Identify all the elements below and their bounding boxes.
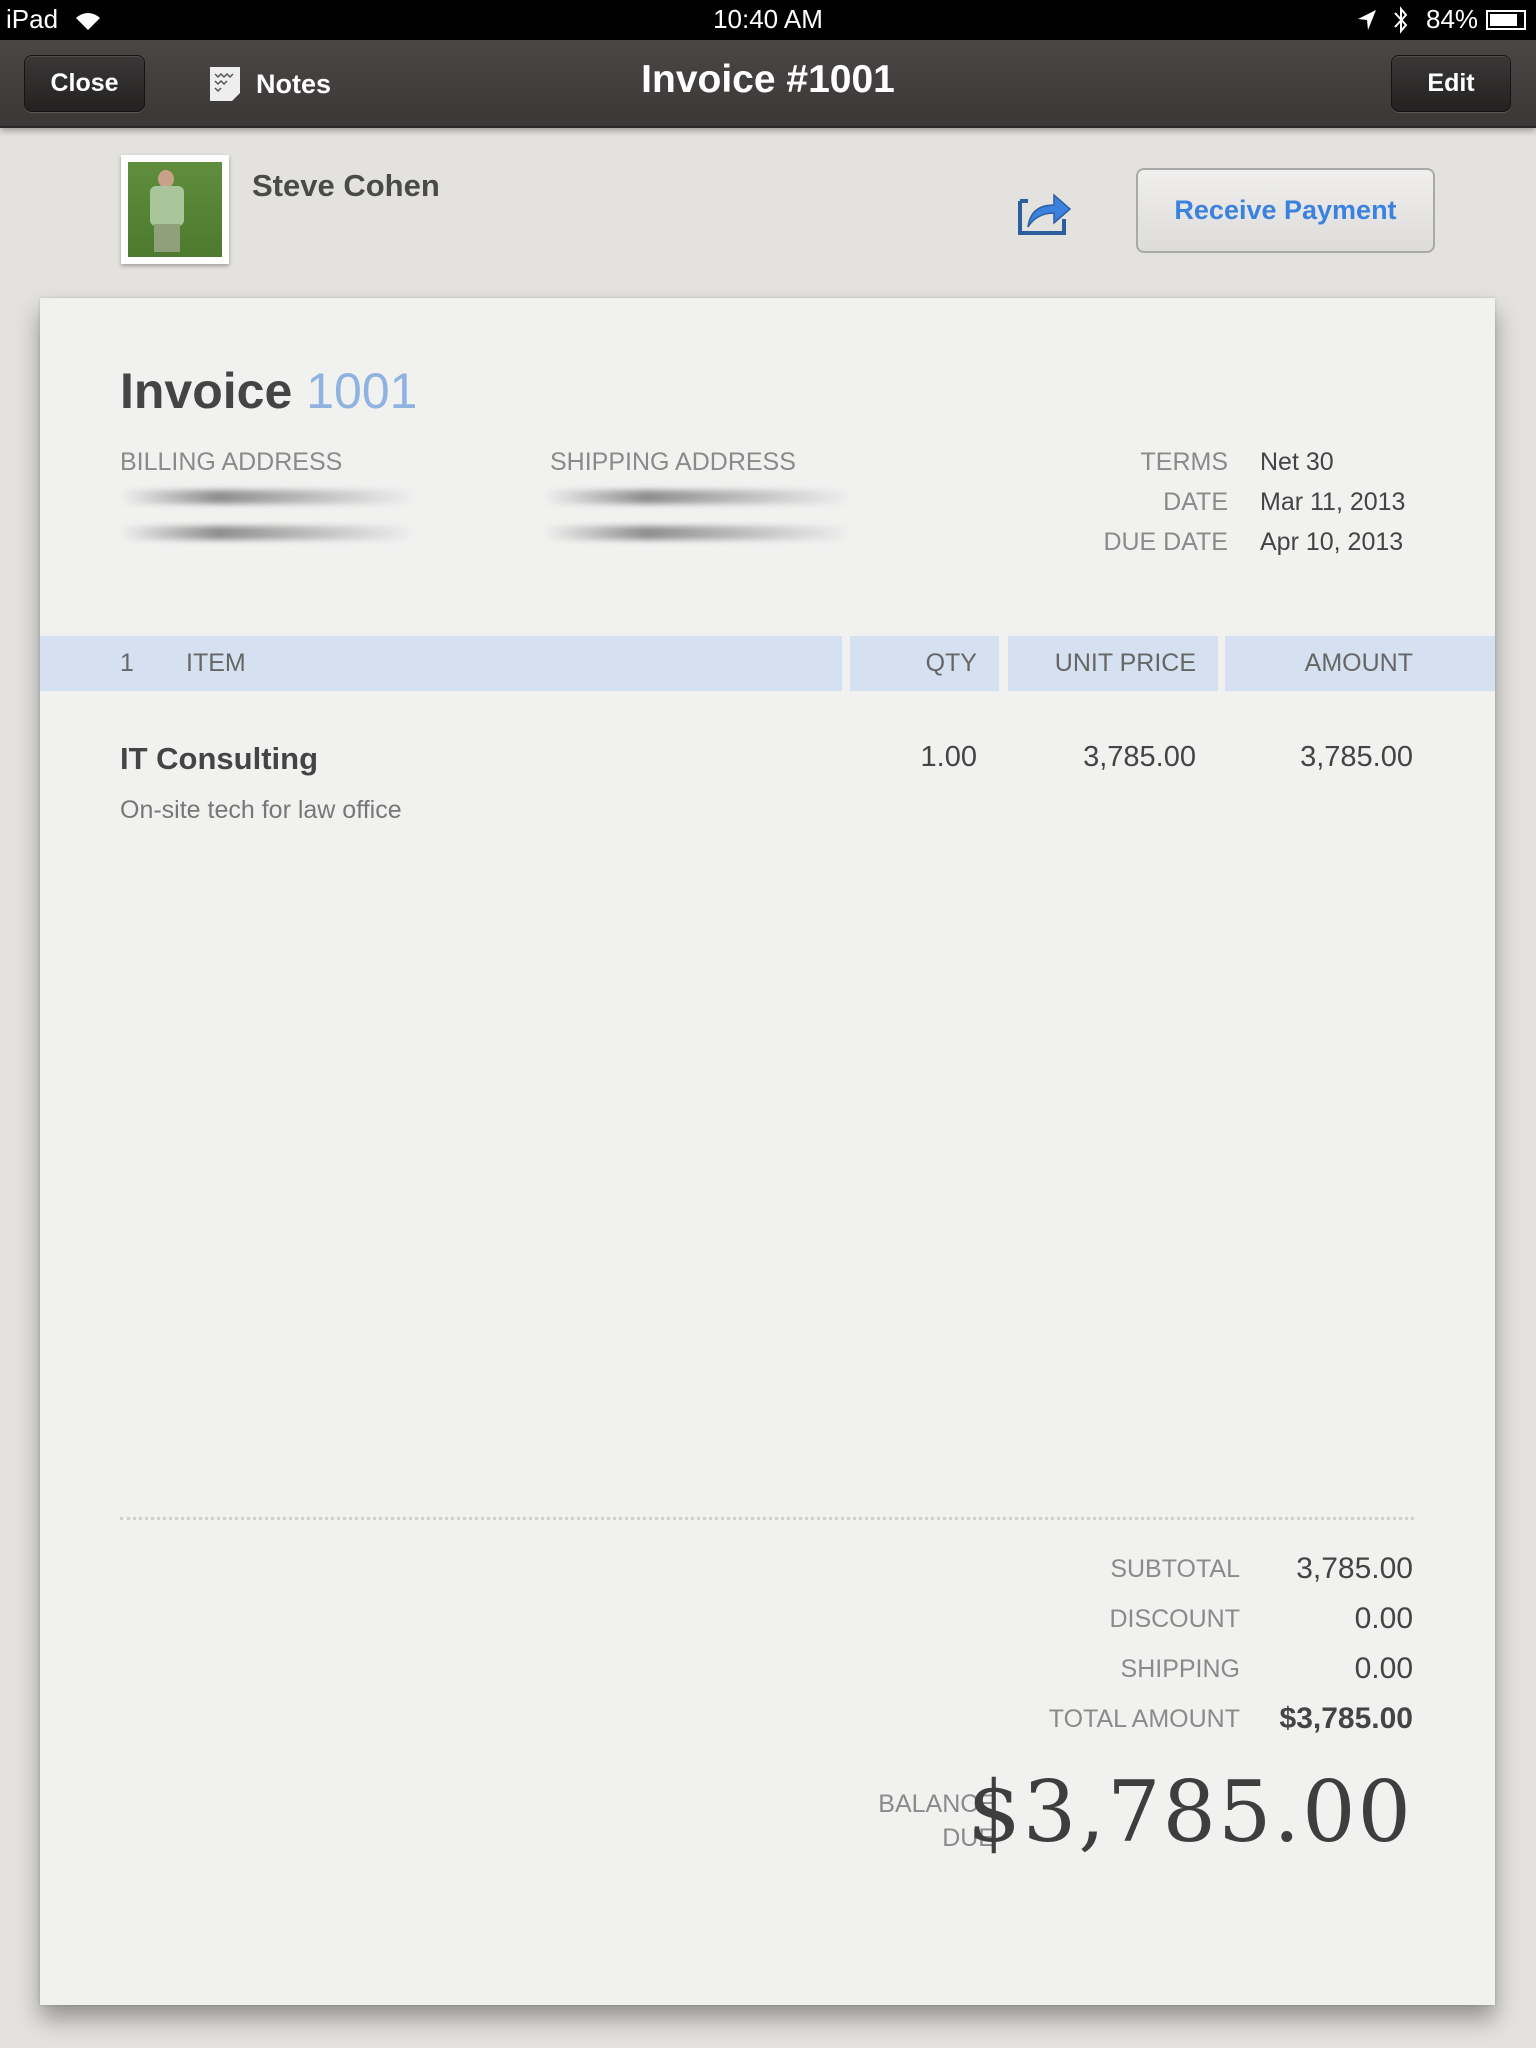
shipping-address-redacted xyxy=(544,490,852,504)
shipping-address-label: SHIPPING ADDRESS xyxy=(550,448,796,476)
discount-value: 0.00 xyxy=(1354,1602,1413,1635)
qty-column-header: QTY xyxy=(850,636,999,691)
navigation-bar: Close Notes Invoice #1001 Edit xyxy=(0,40,1536,128)
invoice-heading-word: Invoice xyxy=(120,363,293,419)
invoice-document: Invoice 1001 BILLING ADDRESS SHIPPING AD… xyxy=(40,298,1495,2005)
subtotal-value: 3,785.00 xyxy=(1296,1552,1413,1585)
due-date-value: Apr 10, 2013 xyxy=(1260,528,1404,556)
amount-column-header: AMOUNT xyxy=(1225,636,1495,691)
page-title: Invoice #1001 xyxy=(641,58,895,101)
billing-address-label: BILLING ADDRESS xyxy=(120,448,343,476)
balance-due-amount: $3,785.00 xyxy=(967,1763,1413,1861)
totals-divider xyxy=(120,1517,1414,1520)
share-icon[interactable] xyxy=(1016,187,1072,237)
total-amount-value: $3,785.00 xyxy=(1279,1702,1413,1735)
item-name: IT Consulting xyxy=(120,741,319,776)
terms-label: TERMS xyxy=(1140,448,1229,476)
invoice-heading: Invoice 1001 xyxy=(120,362,417,420)
status-bar: iPad 10:40 AM 84% xyxy=(0,0,1536,40)
customer-name: Steve Cohen xyxy=(252,168,440,203)
unit-price-column-header: UNIT PRICE xyxy=(1008,636,1218,691)
clock: 10:40 AM xyxy=(713,4,823,34)
edit-button[interactable]: Edit xyxy=(1391,55,1511,112)
terms-value: Net 30 xyxy=(1260,448,1334,476)
date-value: Mar 11, 2013 xyxy=(1260,488,1406,516)
date-label: DATE xyxy=(1163,488,1228,516)
battery-icon xyxy=(1486,10,1526,30)
shipping-value: 0.00 xyxy=(1354,1652,1413,1685)
bluetooth-icon xyxy=(1394,6,1408,34)
item-amount: 3,785.00 xyxy=(1300,741,1413,773)
battery-percent: 84% xyxy=(1426,4,1479,34)
avatar[interactable] xyxy=(121,155,229,264)
invoice-number: 1001 xyxy=(306,363,418,419)
shipping-address-redacted xyxy=(544,526,852,540)
location-icon xyxy=(1358,10,1376,30)
item-count: 1 xyxy=(120,649,134,677)
billing-address-redacted xyxy=(120,490,416,504)
receive-payment-button[interactable]: Receive Payment xyxy=(1136,168,1435,253)
item-description: On-site tech for law office xyxy=(120,796,402,824)
billing-address-redacted xyxy=(120,526,416,540)
item-column-header: 1 ITEM xyxy=(40,636,842,691)
due-date-label: DUE DATE xyxy=(1103,528,1228,556)
item-header-label: ITEM xyxy=(186,649,246,677)
